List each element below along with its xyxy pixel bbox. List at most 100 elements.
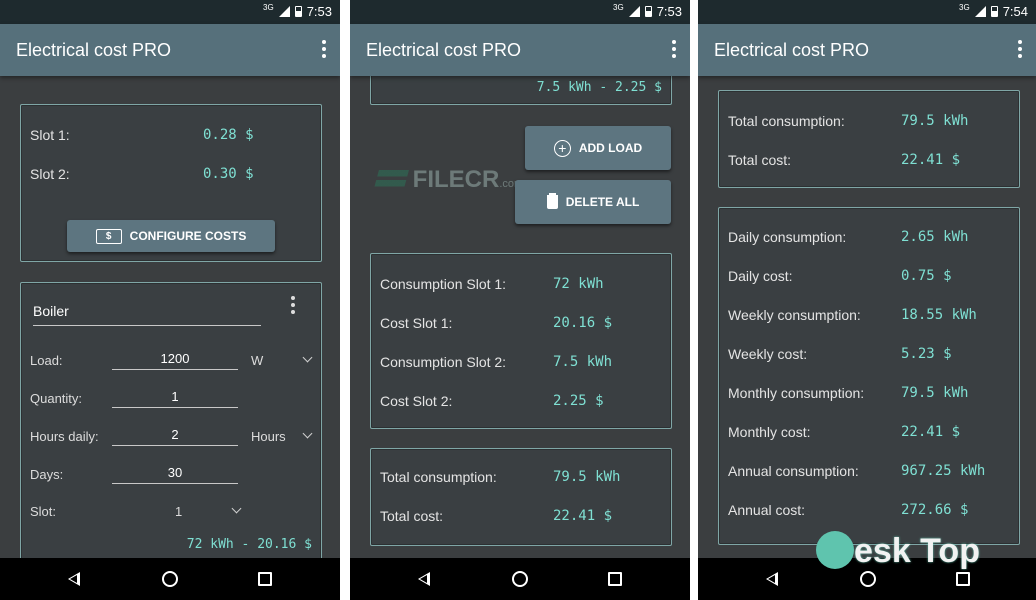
consumption-slot-2-value: 7.5 kWh xyxy=(553,354,613,370)
chevron-down-icon[interactable] xyxy=(302,352,313,363)
cost-slot-1-value: 20.16 $ xyxy=(553,315,613,331)
previous-appliance-result: 7.5 kWh - 2.25 $ xyxy=(536,80,662,95)
chevron-down-icon[interactable] xyxy=(302,428,313,439)
signal-icon xyxy=(278,6,290,17)
network-type: 3G xyxy=(263,3,274,12)
trash-icon xyxy=(546,195,558,209)
monthly-cost-value: 22.41 $ xyxy=(901,424,961,440)
total-cost-value: 22.41 $ xyxy=(553,508,613,524)
nav-bar xyxy=(0,558,340,600)
daily-consumption-label: Daily consumption: xyxy=(728,229,847,245)
app-bar: Electrical cost PRO xyxy=(350,24,690,76)
quantity-label: Quantity: xyxy=(30,391,83,406)
daily-cost-label: Daily cost: xyxy=(728,268,793,284)
filecr-watermark: FILECR.com xyxy=(373,166,523,194)
appliance-menu-icon[interactable] xyxy=(291,296,295,317)
slot-label: Slot: xyxy=(30,504,57,519)
dollar-bill-icon: $ xyxy=(95,228,122,244)
add-load-label: ADD LOAD xyxy=(578,141,643,155)
annual-cost-value: 272.66 $ xyxy=(901,502,969,518)
slot-costs-card: Slot 1: 0.28 $ Slot 2: 0.30 $ $ CONFIGUR… xyxy=(20,104,322,262)
monthly-cost-label: Monthly cost: xyxy=(728,424,811,440)
weekly-cost-value: 5.23 $ xyxy=(901,346,952,362)
consumption-slot-1-label: Consumption Slot 1: xyxy=(380,276,507,292)
load-input[interactable]: 1200 xyxy=(112,351,238,370)
filecr-logo-icon xyxy=(373,169,409,192)
annual-consumption-label: Annual consumption: xyxy=(728,463,859,479)
add-load-button[interactable]: + ADD LOAD xyxy=(525,126,671,170)
clock: 7:53 xyxy=(306,4,332,19)
back-icon[interactable] xyxy=(68,572,80,586)
appliance-name-input[interactable]: Boiler xyxy=(33,303,261,326)
phone-screen-3: 3G 7:54 Electrical cost PRO Total consum… xyxy=(698,0,1036,600)
overflow-menu-icon[interactable] xyxy=(672,40,676,61)
total-cost-value: 22.41 $ xyxy=(901,152,961,168)
app-title: Electrical cost PRO xyxy=(366,40,522,60)
total-consumption-label: Total consumption: xyxy=(728,113,845,129)
signal-icon xyxy=(628,6,640,17)
chevron-down-icon[interactable] xyxy=(231,503,242,514)
weekly-consumption-value: 18.55 kWh xyxy=(901,307,977,323)
configure-costs-button[interactable]: $ CONFIGURE COSTS xyxy=(67,220,275,252)
overflow-menu-icon[interactable] xyxy=(1018,40,1022,61)
back-icon[interactable] xyxy=(766,572,778,586)
status-bar: 3G 7:54 xyxy=(698,0,1036,24)
app-title: Electrical cost PRO xyxy=(714,40,870,60)
hours-daily-label: Hours daily: xyxy=(30,429,99,444)
daily-cost-value: 0.75 $ xyxy=(901,268,952,284)
annual-consumption-value: 967.25 kWh xyxy=(901,463,986,479)
status-bar: 3G 7:53 xyxy=(0,0,340,24)
weekly-consumption-label: Weekly consumption: xyxy=(728,307,861,323)
total-cost-label: Total cost: xyxy=(380,508,444,524)
overflow-menu-icon[interactable] xyxy=(322,40,326,61)
consumption-slot-1-value: 72 kWh xyxy=(553,276,604,292)
totals-card: Total consumption: 79.5 kWh Total cost: … xyxy=(370,448,672,546)
network-type: 3G xyxy=(959,3,970,12)
app-bar: Electrical cost PRO xyxy=(698,24,1036,76)
slot-summary-card: Consumption Slot 1: 72 kWh Cost Slot 1: … xyxy=(370,253,672,429)
network-type: 3G xyxy=(613,3,624,12)
home-icon[interactable] xyxy=(860,571,876,587)
period-stats-card: Daily consumption: 2.65 kWh Daily cost: … xyxy=(718,207,1020,545)
load-label: Load: xyxy=(30,353,63,368)
recents-icon[interactable] xyxy=(956,572,970,586)
appliance-card: Boiler Load: 1200 W Quantity: 1 Hours da… xyxy=(20,282,322,558)
slot-1-label: Slot 1: xyxy=(30,127,70,143)
home-icon[interactable] xyxy=(512,571,528,587)
configure-costs-label: CONFIGURE COSTS xyxy=(129,229,247,243)
total-consumption-value: 79.5 kWh xyxy=(553,469,621,485)
monthly-consumption-label: Monthly consumption: xyxy=(728,385,865,401)
app-title: Electrical cost PRO xyxy=(16,40,172,60)
load-unit-select[interactable]: W xyxy=(251,353,263,368)
plus-circle-icon: + xyxy=(553,139,571,157)
total-cost-label: Total cost: xyxy=(728,152,792,168)
total-consumption-label: Total consumption: xyxy=(380,469,497,485)
cost-slot-2-value: 2.25 $ xyxy=(553,393,604,409)
days-input[interactable]: 30 xyxy=(112,465,238,484)
hours-daily-input[interactable]: 2 xyxy=(112,427,238,446)
monthly-consumption-value: 79.5 kWh xyxy=(901,385,969,401)
app-bar: Electrical cost PRO xyxy=(0,24,340,76)
weekly-cost-label: Weekly cost: xyxy=(728,346,808,362)
appliance-result: 72 kWh - 20.16 $ xyxy=(186,537,312,552)
recents-icon[interactable] xyxy=(608,572,622,586)
slot-2-value: 0.30 $ xyxy=(203,166,254,182)
total-consumption-value: 79.5 kWh xyxy=(901,113,969,129)
home-icon[interactable] xyxy=(162,571,178,587)
back-icon[interactable] xyxy=(418,572,430,586)
quantity-input[interactable]: 1 xyxy=(112,389,238,408)
phone-screen-2: 3G 7:53 Electrical cost PRO 7.5 kWh - 2.… xyxy=(350,0,690,600)
signal-icon xyxy=(974,6,986,17)
battery-icon xyxy=(644,6,652,17)
clock: 7:54 xyxy=(1002,4,1028,19)
recents-icon[interactable] xyxy=(258,572,272,586)
hours-unit-select[interactable]: Hours xyxy=(251,429,286,444)
slot-2-label: Slot 2: xyxy=(30,166,70,182)
clock: 7:53 xyxy=(656,4,682,19)
delete-all-label: DELETE ALL xyxy=(565,195,640,209)
battery-icon xyxy=(990,6,998,17)
delete-all-button[interactable]: DELETE ALL xyxy=(515,180,671,224)
totals-card: Total consumption: 79.5 kWh Total cost: … xyxy=(718,90,1020,188)
days-label: Days: xyxy=(30,467,64,482)
slot-select[interactable]: 1 xyxy=(175,504,182,519)
